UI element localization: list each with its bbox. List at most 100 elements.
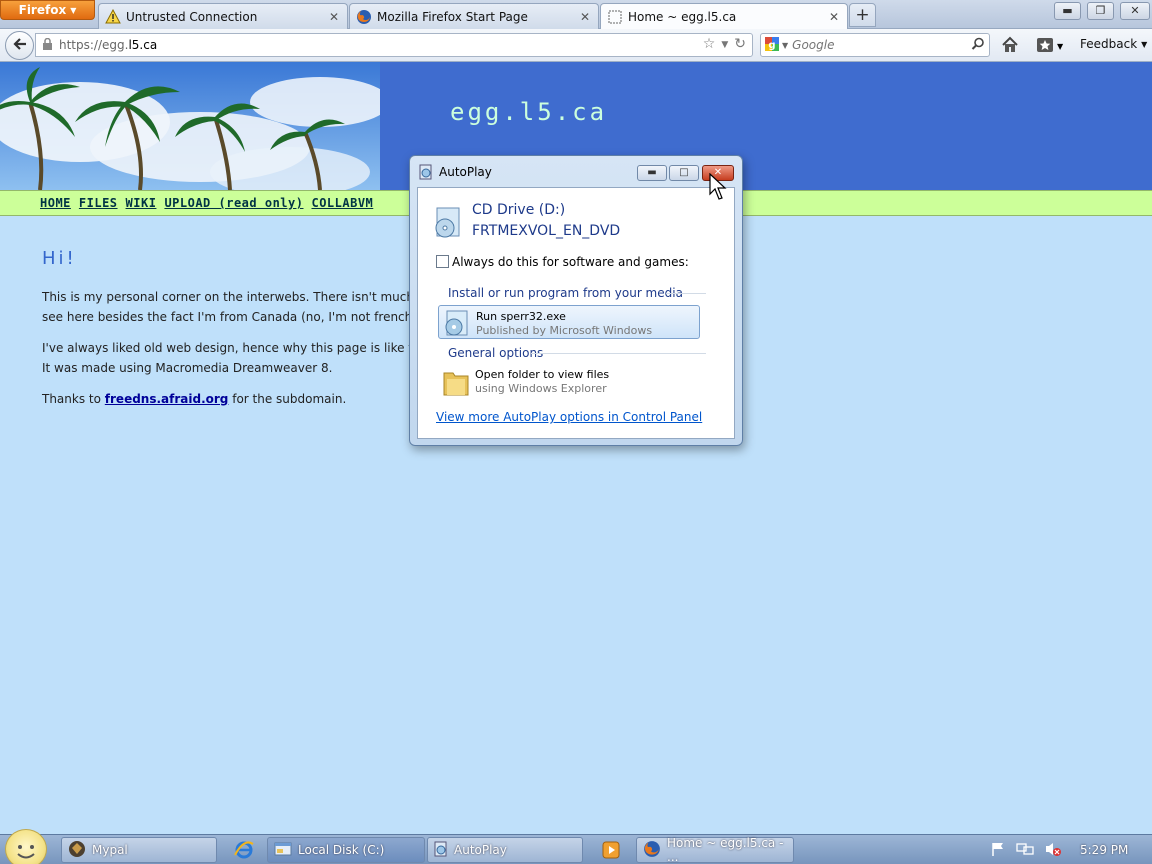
taskbar-label: Mypal [92,843,128,857]
thanks-suffix: for the subdomain. [232,392,347,406]
search-bar[interactable]: g ▼ [760,33,990,57]
taskbar-media-player-icon[interactable] [598,838,624,862]
firefox-icon [643,840,661,861]
flag-icon[interactable] [990,841,1006,860]
section-divider [531,353,706,354]
home-button[interactable] [1000,35,1022,57]
new-tab-button[interactable]: + [849,3,876,27]
feedback-button[interactable]: Feedback ▼ [1080,37,1147,51]
home-icon [1000,36,1020,58]
close-window-button[interactable]: ✕ [1120,2,1150,20]
freedns-link[interactable]: freedns.afraid.org [105,392,229,406]
search-input[interactable] [792,38,963,52]
taskbar-label: Local Disk (C:) [298,843,385,857]
url-icons: ☆ ▼ ↻ [703,36,746,54]
firefox-icon [356,9,372,25]
autoplay-icon [419,164,433,183]
tab-close-icon[interactable]: ✕ [578,10,592,24]
install-section-header: Install or run program from your media [448,286,683,300]
nav-link-collabvm[interactable]: COLLABVM [311,196,373,210]
history-dropdown-icon[interactable]: ▼ [721,36,728,54]
nav-link-home[interactable]: HOME [40,196,71,210]
firefox-menu-button[interactable]: Firefox ▼ [0,0,95,20]
dropdown-arrow-icon: ▼ [782,40,789,50]
explorer-window-icon [274,841,292,860]
paragraph-design: I've always liked old web design, hence … [42,341,435,375]
cd-drive-icon [434,206,464,243]
mypal-icon [68,840,86,861]
restore-window-button[interactable]: ❐ [1087,2,1114,20]
taskbar: Mypal Local Disk (C:) AutoPlay Home ~ eg… [0,829,1152,864]
palm-trees-banner-image [0,62,380,190]
run-program-publisher: Published by Microsoft Windows [476,324,653,337]
back-button[interactable] [5,31,34,60]
tab-close-icon[interactable]: ✕ [327,10,341,24]
url-host: l5.ca [128,38,158,52]
firefox-menu-label: Firefox [18,3,67,17]
minimize-window-button[interactable]: ▬ [1054,2,1081,20]
page-heading: Hi! [42,248,77,269]
nav-link-upload[interactable]: UPLOAD (read only) [164,196,303,210]
warning-icon [105,8,121,25]
open-folder-sub: using Windows Explorer [475,382,607,395]
dropdown-arrow-icon: ▼ [1141,39,1148,49]
nav-link-files[interactable]: FILES [79,196,118,210]
open-folder-option[interactable]: Open folder to view files using Windows … [438,364,700,398]
autoplay-body: CD Drive (D:) FRTMEXVOL_EN_DVD Always do… [417,187,735,439]
run-program-option[interactable]: Run sperr32.exe Published by Microsoft W… [438,305,700,339]
url-text: https://egg.l5.ca [59,38,157,52]
feedback-label: Feedback [1080,37,1138,51]
taskbar-item-autoplay[interactable]: AutoPlay [427,837,583,863]
bookmarks-star-icon [1036,36,1054,57]
folder-icon [442,367,470,400]
tab-bar: Firefox ▼ Untrusted Connection ✕ Mozilla… [0,0,1152,30]
site-title: egg.l5.ca [450,98,608,126]
dropdown-arrow-icon: ▼ [70,5,77,15]
star-bookmark-icon[interactable]: ☆ [703,36,716,54]
autoplay-dialog: AutoPlay ▬ □ ✕ CD Drive (D:) FRTMEXVOL_E… [409,155,743,446]
volume-muted-icon[interactable] [1044,841,1062,860]
bookmarks-button[interactable]: ▼ [1036,35,1070,57]
autoplay-title: AutoPlay [439,165,492,179]
lock-icon [42,37,53,53]
dropdown-arrow-icon: ▼ [1057,41,1064,51]
always-do-this-checkbox[interactable] [436,255,449,268]
autoplay-minimize-button[interactable]: ▬ [637,165,667,181]
page-content: Hi! This is my personal corner on the in… [42,248,442,420]
program-icon [443,309,471,340]
tab-label: Untrusted Connection [126,9,258,24]
clock[interactable]: 5:29 PM [1080,843,1128,857]
google-icon: g [764,36,780,55]
taskbar-label: Home ~ egg.l5.ca - ... [667,836,784,864]
taskbar-item-local-disk[interactable]: Local Disk (C:) [267,837,425,863]
blank-page-icon [607,9,623,25]
mouse-cursor-icon [709,172,729,204]
paragraph-intro: This is my personal corner on the interw… [42,290,430,324]
tab-close-icon[interactable]: ✕ [827,10,841,24]
thanks-text: Thanks to [42,392,101,406]
taskbar-ie-icon[interactable] [231,838,257,862]
autoplay-maximize-button[interactable]: □ [669,165,699,181]
magnifier-icon[interactable] [971,37,985,54]
autoplay-titlebar[interactable]: AutoPlay ▬ □ ✕ [410,156,742,186]
open-folder-title: Open folder to view files [475,368,610,381]
reload-icon[interactable]: ↻ [734,36,746,54]
tab-label: Home ~ egg.l5.ca [628,10,737,24]
url-scheme: https://egg. [59,38,129,52]
url-bar[interactable]: https://egg.l5.ca ☆ ▼ ↻ [35,33,753,57]
network-icon[interactable] [1016,841,1034,860]
tab-home-egg[interactable]: Home ~ egg.l5.ca ✕ [600,3,848,30]
svg-text:g: g [768,40,775,51]
more-autoplay-options-link[interactable]: View more AutoPlay options in Control Pa… [436,410,702,424]
start-button[interactable] [5,829,47,864]
nav-link-wiki[interactable]: WIKI [126,196,157,210]
autoplay-icon [434,841,448,860]
paragraph-thanks: Thanks to freedns.afraid.org for the sub… [42,389,442,409]
tab-label: Mozilla Firefox Start Page [377,9,528,24]
taskbar-item-mypal[interactable]: Mypal [61,837,217,863]
taskbar-item-firefox[interactable]: Home ~ egg.l5.ca - ... [636,836,794,864]
tab-firefox-start-page[interactable]: Mozilla Firefox Start Page ✕ [349,3,599,29]
tab-untrusted-connection[interactable]: Untrusted Connection ✕ [98,3,348,29]
system-tray [990,835,1062,864]
search-engine-selector[interactable]: g ▼ [764,36,788,55]
